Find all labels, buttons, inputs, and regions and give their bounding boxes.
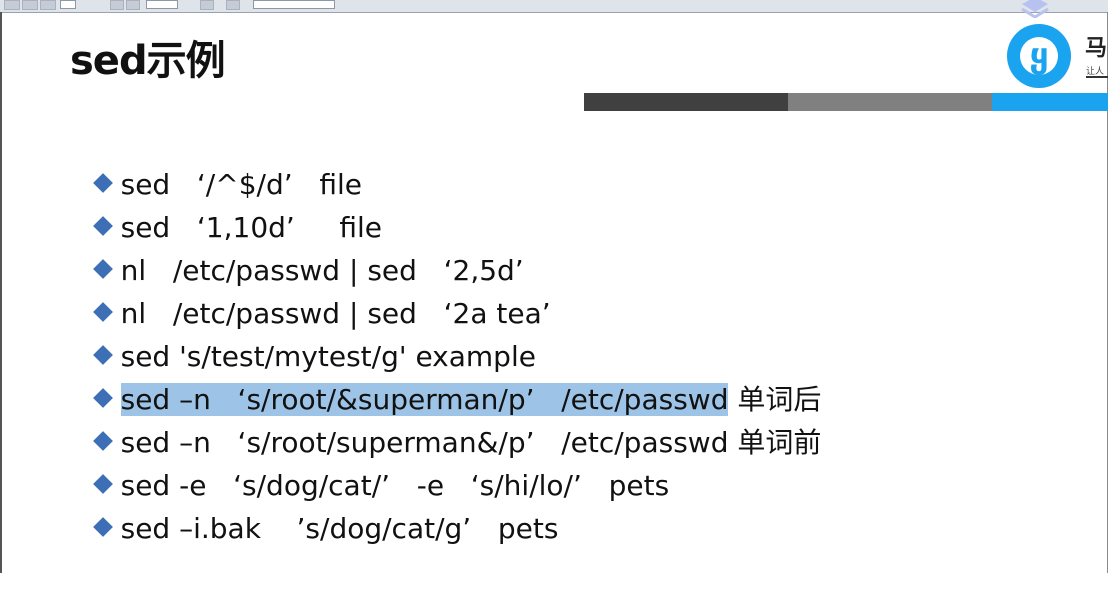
list-item: nl /etc/passwd | sed ‘2,5d’ — [57, 206, 821, 287]
toolbar-button[interactable] — [40, 0, 56, 10]
list-item: sed –n ‘s/root/superman&/p’ /etc/passwd … — [57, 378, 821, 459]
list-item: sed ‘1,10d’ file — [57, 163, 821, 244]
logo-icon: ყ — [1007, 24, 1071, 88]
editor-toolbar — [0, 0, 1108, 13]
diamond-bullet-icon — [92, 517, 113, 537]
list-item: sed -e ‘s/dog/cat/’ -e ‘s/hi/lo/’ pets — [57, 421, 821, 502]
list-item: sed ‘/^$/d’ file — [57, 120, 821, 201]
toolbar-button[interactable] — [226, 0, 240, 10]
header-bars — [584, 93, 1108, 111]
list-item-selected[interactable]: sed –n ‘s/root/&superman/p’ /etc/passwd … — [57, 335, 821, 416]
header-bar-dark — [584, 93, 788, 111]
zoom-field[interactable] — [146, 0, 178, 9]
list-item: nl /etc/passwd | sed ‘2a tea’ — [57, 249, 821, 330]
toolbar-button[interactable] — [200, 0, 214, 10]
undo-icon[interactable] — [110, 0, 124, 10]
logo-text: 马 — [1085, 36, 1108, 61]
list-item: sed –i.bak ’s/dog/cat/g’ pets — [57, 464, 821, 545]
logo-underline — [1086, 76, 1108, 78]
redo-icon[interactable] — [126, 0, 140, 10]
toolbar-button[interactable] — [4, 0, 20, 10]
window-border — [0, 12, 2, 573]
header-bar-gray — [788, 93, 992, 111]
toolbar-button[interactable] — [22, 0, 38, 10]
command-list: sed ‘/^$/d’ file sed ‘1,10d’ file nl /et… — [57, 120, 821, 545]
slide-title: sed示例 — [70, 38, 226, 84]
list-item: sed 's/test/mytest/g' example — [57, 292, 821, 373]
layers-icon — [1021, 0, 1049, 18]
header-bar-blue — [992, 93, 1108, 111]
toolbar-field[interactable] — [60, 0, 76, 9]
font-field[interactable] — [253, 0, 335, 9]
command-text: sed –i.bak ’s/dog/cat/g’ pets — [120, 512, 559, 545]
